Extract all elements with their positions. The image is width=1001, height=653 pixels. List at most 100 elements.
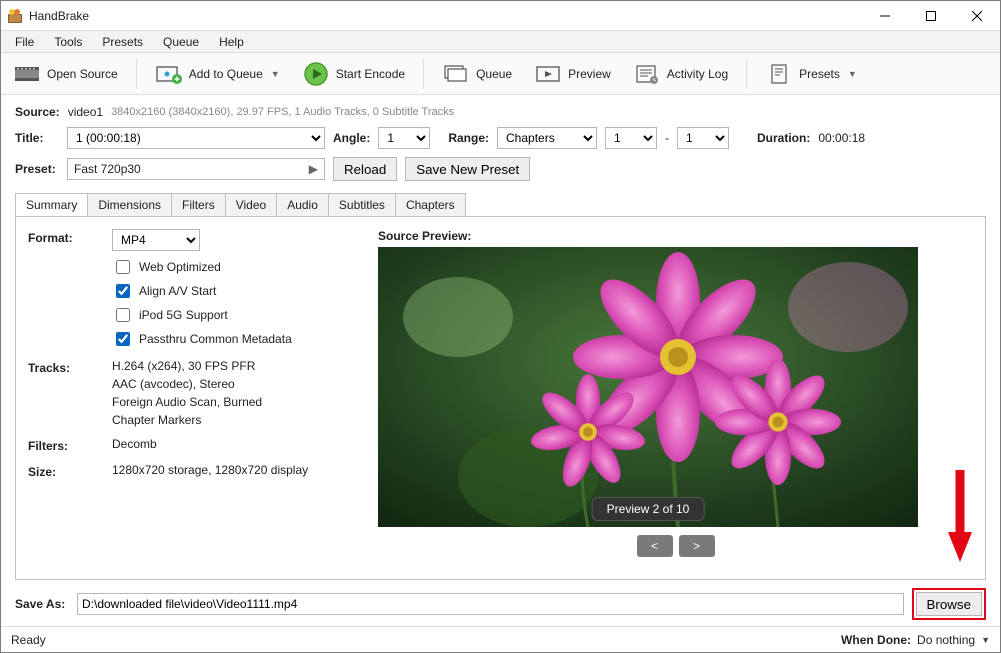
chevron-down-icon: ▼ — [848, 69, 857, 79]
format-label: Format: — [28, 229, 106, 349]
chevron-right-icon: ▶ — [309, 162, 318, 176]
preview-button[interactable]: Preview — [530, 61, 615, 87]
titlebar-left: HandBrake — [1, 8, 89, 24]
play-icon — [302, 63, 330, 85]
save-as-label: Save As: — [15, 597, 69, 611]
range-type-select[interactable]: Chapters — [497, 127, 597, 149]
tab-filters[interactable]: Filters — [171, 193, 226, 216]
summary-right: Source Preview: — [378, 229, 973, 567]
tab-audio[interactable]: Audio — [276, 193, 329, 216]
tracks-list: H.264 (x264), 30 FPS PFR AAC (avcodec), … — [112, 359, 358, 427]
title-row: Title: 1 (00:00:18) Angle: 1 Range: Chap… — [15, 127, 986, 149]
save-new-preset-button[interactable]: Save New Preset — [405, 157, 530, 181]
toolbar-sep — [136, 59, 137, 89]
filters-label: Filters: — [28, 437, 106, 453]
main-content: Source: video1 3840x2160 (3840x2160), 29… — [1, 95, 1000, 626]
preview-nav: < > — [378, 535, 973, 557]
browse-button[interactable]: Browse — [916, 592, 982, 616]
angle-select[interactable]: 1 — [378, 127, 430, 149]
titlebar: HandBrake — [1, 1, 1000, 31]
open-source-button[interactable]: Open Source — [9, 61, 122, 87]
range-label: Range: — [448, 131, 489, 145]
preset-label: Preset: — [15, 162, 59, 176]
track-line: H.264 (x264), 30 FPS PFR — [112, 359, 358, 373]
summary-left: Format: MP4 Web Optimized Align A/V Star… — [28, 229, 358, 567]
statusbar: Ready When Done: Do nothing ▼ — [1, 626, 1000, 652]
summary-panel: Format: MP4 Web Optimized Align A/V Star… — [15, 216, 986, 580]
browse-highlight: Browse — [912, 588, 986, 620]
tab-video[interactable]: Video — [225, 193, 277, 216]
save-as-row: Save As: Browse — [15, 588, 986, 620]
reload-button[interactable]: Reload — [333, 157, 397, 181]
maximize-icon — [926, 11, 936, 21]
title-select[interactable]: 1 (00:00:18) — [67, 127, 325, 149]
align-av-checkbox[interactable]: Align A/V Start — [112, 281, 358, 301]
tracks-label: Tracks: — [28, 359, 106, 427]
presets-label: Presets — [799, 67, 840, 81]
tab-subtitles[interactable]: Subtitles — [328, 193, 396, 216]
add-to-queue-label: Add to Queue — [189, 67, 263, 81]
start-encode-label: Start Encode — [336, 67, 405, 81]
preview-next-button[interactable]: > — [679, 535, 715, 557]
menu-help[interactable]: Help — [211, 33, 252, 51]
activity-log-label: Activity Log — [667, 67, 728, 81]
chevron-right-icon: > — [693, 539, 700, 553]
tab-summary[interactable]: Summary — [15, 193, 88, 216]
source-preview: Preview 2 of 10 — [378, 247, 918, 527]
size-value: 1280x720 storage, 1280x720 display — [112, 463, 358, 479]
range-from-select[interactable]: 1 — [605, 127, 657, 149]
preview-image — [378, 247, 918, 527]
start-encode-button[interactable]: Start Encode — [298, 61, 409, 87]
passthru-meta-checkbox[interactable]: Passthru Common Metadata — [112, 329, 358, 349]
source-label: Source: — [15, 105, 60, 119]
minimize-button[interactable] — [862, 1, 908, 30]
range-to-select[interactable]: 1 — [677, 127, 729, 149]
filmstrip-icon — [13, 63, 41, 85]
web-optimized-checkbox[interactable]: Web Optimized — [112, 257, 358, 277]
menu-presets[interactable]: Presets — [94, 33, 151, 51]
preview-label: Preview — [568, 67, 611, 81]
queue-icon — [442, 63, 470, 85]
add-queue-icon — [155, 63, 183, 85]
toolbar-sep3 — [746, 59, 747, 89]
preset-row: Preset: Fast 720p30 ▶ Reload Save New Pr… — [15, 157, 986, 181]
toolbar-sep2 — [423, 59, 424, 89]
menu-file[interactable]: File — [7, 33, 42, 51]
queue-button[interactable]: Queue — [438, 61, 516, 87]
tab-chapters[interactable]: Chapters — [395, 193, 466, 216]
presets-button[interactable]: Presets ▼ — [761, 61, 861, 87]
menu-queue[interactable]: Queue — [155, 33, 207, 51]
preview-prev-button[interactable]: < — [637, 535, 673, 557]
close-button[interactable] — [954, 1, 1000, 30]
angle-label: Angle: — [333, 131, 370, 145]
track-line: Foreign Audio Scan, Burned — [112, 395, 358, 409]
preview-icon — [534, 63, 562, 85]
format-col: MP4 Web Optimized Align A/V Start iPod 5… — [112, 229, 358, 349]
add-to-queue-button[interactable]: Add to Queue ▼ — [151, 61, 284, 87]
window-controls — [862, 1, 1000, 30]
menu-tools[interactable]: Tools — [46, 33, 90, 51]
tab-dimensions[interactable]: Dimensions — [87, 193, 172, 216]
app-icon — [7, 8, 23, 24]
when-done[interactable]: When Done: Do nothing ▼ — [841, 633, 990, 647]
track-line: Chapter Markers — [112, 413, 358, 427]
ipod5g-checkbox[interactable]: iPod 5G Support — [112, 305, 358, 325]
save-as-input[interactable] — [77, 593, 904, 615]
activity-log-icon — [633, 63, 661, 85]
format-select[interactable]: MP4 — [112, 229, 200, 251]
preview-counter: Preview 2 of 10 — [592, 497, 705, 521]
maximize-button[interactable] — [908, 1, 954, 30]
track-line: AAC (avcodec), Stereo — [112, 377, 358, 391]
when-done-value: Do nothing — [917, 633, 975, 647]
source-name: video1 — [68, 105, 103, 119]
activity-log-button[interactable]: Activity Log — [629, 61, 732, 87]
app-title: HandBrake — [29, 9, 89, 23]
when-done-label: When Done: — [841, 633, 911, 647]
status-text: Ready — [11, 633, 46, 647]
preset-picker[interactable]: Fast 720p30 ▶ — [67, 158, 325, 180]
preset-value: Fast 720p30 — [74, 162, 141, 176]
filters-value: Decomb — [112, 437, 358, 453]
duration-label: Duration: — [757, 131, 810, 145]
tabstrip: Summary Dimensions Filters Video Audio S… — [15, 193, 986, 216]
toolbar: Open Source Add to Queue ▼ Start Encode … — [1, 53, 1000, 95]
